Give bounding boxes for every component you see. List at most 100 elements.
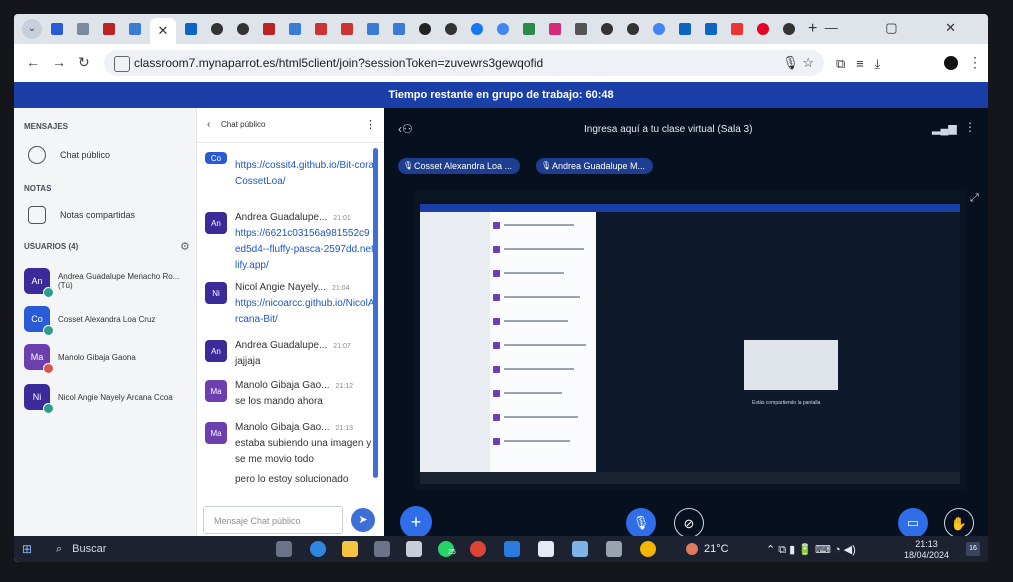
tab[interactable]	[648, 19, 670, 39]
add-actions-button[interactable]: +	[400, 506, 432, 538]
user-list-toggle-icon[interactable]: ‹⚇	[398, 122, 413, 136]
message-time: 21:07	[333, 343, 351, 350]
window-controls[interactable]: — ▢ ✕	[825, 20, 978, 36]
user-list-item[interactable]: Ni Nicol Angie Nayely Arcana Ccoa	[24, 384, 173, 414]
file-explorer-icon[interactable]	[342, 541, 358, 557]
tab[interactable]	[752, 19, 774, 39]
site-info-icon[interactable]	[114, 56, 130, 72]
temperature[interactable]: 21°C	[704, 543, 729, 555]
photos-icon[interactable]	[572, 541, 588, 557]
connection-status-icon[interactable]: ▂▄▆	[932, 122, 957, 135]
sidebar-item-public-chat[interactable]: Chat público	[28, 146, 110, 164]
mail-icon[interactable]	[406, 541, 422, 557]
tab[interactable]	[310, 19, 332, 39]
message-link[interactable]: https://cossit4.github.io/Bit-coraCosset…	[235, 158, 375, 190]
tab[interactable]	[414, 19, 436, 39]
status-dot	[42, 287, 54, 298]
tab[interactable]	[362, 19, 384, 39]
user-name: Andrea Guadalupe Menacho Ro... (Tú)	[57, 272, 180, 290]
tab[interactable]	[492, 19, 514, 39]
talking-indicator[interactable]: 🎙 Cosset Alexandra Loa ...	[398, 158, 521, 174]
presentation-button[interactable]: ▭	[898, 508, 928, 538]
tab[interactable]	[622, 19, 644, 39]
raise-hand-button[interactable]: ✋	[944, 508, 974, 538]
url-bar[interactable]: classroom7.mynaparrot.es/html5client/joi…	[104, 50, 824, 76]
chevron-left-icon[interactable]: ‹	[207, 119, 210, 130]
app-icon[interactable]	[606, 541, 622, 557]
task-view-icon[interactable]	[276, 541, 292, 557]
weather-icon[interactable]	[686, 543, 698, 555]
tab[interactable]	[124, 19, 146, 39]
tab-active[interactable]: ✕	[150, 18, 176, 44]
message-text: se los mando ahora	[235, 396, 323, 407]
tab[interactable]	[284, 19, 306, 39]
tab[interactable]	[778, 19, 800, 39]
forward-icon[interactable]: →	[52, 54, 66, 70]
chat-scrollbar[interactable]	[373, 148, 378, 478]
tab[interactable]	[700, 19, 722, 39]
tab[interactable]	[674, 19, 696, 39]
windows-start-icon[interactable]: ⊞	[22, 542, 32, 556]
nested-chat	[490, 212, 596, 472]
tab[interactable]	[336, 19, 358, 39]
options-icon[interactable]: ⋮	[964, 120, 976, 134]
tab[interactable]	[180, 19, 202, 39]
tab[interactable]	[258, 19, 280, 39]
url-text[interactable]: classroom7.mynaparrot.es/html5client/joi…	[134, 56, 543, 70]
vscode-icon[interactable]	[504, 541, 520, 557]
user-list-item[interactable]: An Andrea Guadalupe Menacho Ro... (Tú)	[24, 268, 196, 298]
tab[interactable]	[206, 19, 228, 39]
chrome-icon[interactable]	[640, 541, 656, 557]
tab[interactable]	[570, 19, 592, 39]
gear-icon[interactable]: ⚙	[180, 240, 190, 253]
edge-icon[interactable]	[310, 541, 326, 557]
chat-message-input[interactable]: Mensaje Chat público	[203, 506, 343, 534]
whatsapp-icon[interactable]: 25	[438, 541, 456, 557]
tab-search-button[interactable]: ⌄	[22, 19, 42, 39]
user-list-item[interactable]: Ma Manolo Gibaja Gaona	[24, 344, 136, 374]
chat-options-icon[interactable]: ⋮	[365, 118, 376, 131]
message-link[interactable]: https://6621c03156a981552c9ed5d4--fluffy…	[235, 226, 375, 274]
tab[interactable]	[544, 19, 566, 39]
tab[interactable]	[518, 19, 540, 39]
clock[interactable]: 21:13 18/04/2024	[904, 539, 949, 561]
microphone-button[interactable]: 🎙	[626, 508, 656, 538]
message-time: 21:04	[331, 285, 350, 292]
store-icon[interactable]	[374, 541, 390, 557]
reload-icon[interactable]: ↻	[78, 54, 90, 71]
chrome-icon[interactable]	[470, 541, 486, 557]
close-icon[interactable]: ✕	[158, 23, 169, 39]
sidebar-item-shared-notes[interactable]: Notas compartidas	[28, 206, 135, 224]
user-name: Manolo Gibaja Gaona	[58, 352, 136, 362]
tab[interactable]	[440, 19, 462, 39]
tab[interactable]	[232, 19, 254, 39]
bookmark-star-icon[interactable]: 🎙 ☆	[782, 55, 814, 71]
clapper-icon[interactable]	[538, 541, 554, 557]
new-tab-button[interactable]: +	[808, 20, 817, 38]
favicon-icon	[77, 23, 89, 35]
tab[interactable]	[466, 19, 488, 39]
tab[interactable]	[596, 19, 618, 39]
notification-icon[interactable]: 16	[966, 542, 980, 556]
camera-off-button[interactable]: ⊘	[674, 508, 704, 538]
message-header: Andrea Guadalupe... 21:07	[235, 340, 351, 351]
message-link[interactable]: https://nicoarcc.github.io/NicolArcana-B…	[235, 296, 375, 328]
tab[interactable]	[726, 19, 748, 39]
back-icon[interactable]: ←	[26, 54, 40, 70]
extensions-icon[interactable]: ⧉ ≡ ⤓	[836, 56, 880, 72]
status-dot	[43, 363, 54, 374]
tab[interactable]	[72, 19, 94, 39]
taskbar-search[interactable]: ⌕ Buscar	[44, 539, 244, 559]
talking-indicator[interactable]: 🎙 Andrea Guadalupe M...	[536, 158, 654, 174]
user-list-item[interactable]: Co Cosset Alexandra Loa Cruz	[24, 306, 155, 336]
message-text: estaba subiendo una imagen y se me movio…	[235, 438, 372, 465]
system-tray-icons[interactable]: ⌃ ⧉ ▮ 🔋 ⌨ ◔ ◀)	[766, 543, 856, 557]
tab[interactable]	[46, 19, 68, 39]
profile-avatar[interactable]	[944, 56, 958, 70]
browser-menu-icon[interactable]: ⋮	[968, 54, 982, 71]
public-chat-label: Chat público	[60, 150, 111, 160]
tab[interactable]	[98, 19, 120, 39]
fullscreen-icon[interactable]: ⤢	[970, 192, 979, 205]
tab[interactable]	[388, 19, 410, 39]
send-icon[interactable]: ➤	[351, 508, 375, 532]
